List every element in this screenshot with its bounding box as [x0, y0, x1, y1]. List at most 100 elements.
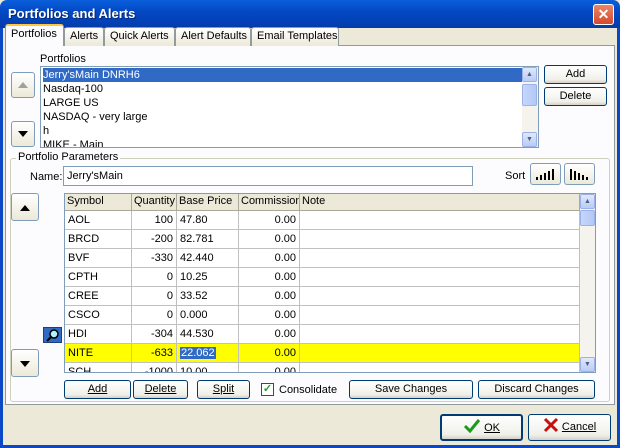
- table-row[interactable]: SCH -1000 10.00 0.00: [65, 363, 580, 372]
- table-cell[interactable]: SCH: [65, 363, 132, 372]
- name-field[interactable]: Jerry'sMain: [63, 166, 473, 186]
- table-cell[interactable]: -1000: [132, 363, 177, 372]
- table-cell[interactable]: [300, 211, 580, 230]
- positions-grid[interactable]: Symbol Quantity Base Price Commission No…: [64, 193, 596, 373]
- table-cell[interactable]: HDI: [65, 325, 132, 344]
- table-cell[interactable]: 0.00: [239, 287, 300, 306]
- table-cell[interactable]: BRCD: [65, 230, 132, 249]
- table-cell[interactable]: CREE: [65, 287, 132, 306]
- consolidate-checkbox[interactable]: ✓: [261, 383, 274, 396]
- portfolio-item[interactable]: Nasdaq-100: [43, 82, 103, 96]
- table-cell[interactable]: 0.00: [239, 249, 300, 268]
- tab-portfolios[interactable]: Portfolios: [5, 24, 64, 46]
- delete-portfolio-button[interactable]: Delete: [544, 87, 607, 106]
- table-cell[interactable]: 82.781: [177, 230, 239, 249]
- table-row[interactable]: AOL 100 47.80 0.00: [65, 211, 580, 230]
- table-cell[interactable]: [300, 325, 580, 344]
- row-down-button[interactable]: [11, 349, 39, 377]
- table-row[interactable]: CSCO 0 0.000 0.00: [65, 306, 580, 325]
- table-cell[interactable]: 42.440: [177, 249, 239, 268]
- portfolio-item[interactable]: h: [43, 124, 49, 138]
- table-cell[interactable]: 0.00: [239, 344, 300, 363]
- table-cell[interactable]: 33.52: [177, 287, 239, 306]
- portfolio-item[interactable]: LARGE US: [43, 96, 99, 110]
- table-cell[interactable]: -200: [132, 230, 177, 249]
- delete-row-button[interactable]: Delete: [133, 380, 188, 399]
- table-cell[interactable]: 0.000: [177, 306, 239, 325]
- move-down-button[interactable]: [11, 121, 35, 147]
- table-cell[interactable]: 0: [132, 287, 177, 306]
- table-cell[interactable]: 0.00: [239, 325, 300, 344]
- table-cell[interactable]: 10.00: [177, 363, 239, 372]
- row-up-button[interactable]: [11, 193, 39, 221]
- column-header-commission[interactable]: Commission: [239, 194, 300, 211]
- scroll-up-icon[interactable]: ▲: [522, 67, 537, 82]
- scroll-down-icon[interactable]: ▼: [580, 357, 595, 372]
- column-header-note[interactable]: Note: [300, 194, 580, 211]
- table-cell[interactable]: [300, 230, 580, 249]
- add-row-button[interactable]: Add: [64, 380, 131, 399]
- table-cell[interactable]: 0: [132, 306, 177, 325]
- add-portfolio-button[interactable]: Add: [544, 65, 607, 84]
- ok-button[interactable]: OK: [440, 414, 523, 441]
- table-row[interactable]: BRCD -200 82.781 0.00: [65, 230, 580, 249]
- tab-alert-defaults[interactable]: Alert Defaults: [175, 27, 251, 46]
- table-cell[interactable]: CPTH: [65, 268, 132, 287]
- grid-scrollbar[interactable]: ▲ ▼: [580, 194, 595, 372]
- table-cell[interactable]: 0.00: [239, 363, 300, 372]
- table-cell[interactable]: [300, 287, 580, 306]
- table-row[interactable]: NITE -633 22.062 0.00: [65, 344, 580, 363]
- table-cell[interactable]: -330: [132, 249, 177, 268]
- tab-alerts[interactable]: Alerts: [64, 27, 104, 46]
- table-cell[interactable]: 0.00: [239, 230, 300, 249]
- table-row[interactable]: BVF -330 42.440 0.00: [65, 249, 580, 268]
- table-row[interactable]: CREE 0 33.52 0.00: [65, 287, 580, 306]
- row-selector[interactable]: [43, 327, 62, 343]
- table-cell[interactable]: -304: [132, 325, 177, 344]
- table-cell[interactable]: 10.25: [177, 268, 239, 287]
- portfolio-item[interactable]: Jerry'sMain DNRH6: [43, 68, 522, 82]
- column-header-quantity[interactable]: Quantity: [132, 194, 177, 211]
- move-up-button[interactable]: [11, 72, 35, 98]
- table-cell[interactable]: 0: [132, 268, 177, 287]
- table-cell[interactable]: CSCO: [65, 306, 132, 325]
- split-button[interactable]: Split: [197, 380, 250, 399]
- close-button[interactable]: ✕: [593, 4, 614, 25]
- cancel-button[interactable]: Cancel: [528, 414, 611, 441]
- table-cell[interactable]: [300, 363, 580, 372]
- table-cell[interactable]: BVF: [65, 249, 132, 268]
- column-header-symbol[interactable]: Symbol: [65, 194, 132, 211]
- table-cell[interactable]: [300, 344, 580, 363]
- scroll-up-icon[interactable]: ▲: [580, 194, 595, 209]
- save-changes-button[interactable]: Save Changes: [349, 380, 473, 399]
- table-cell[interactable]: 0.00: [239, 268, 300, 287]
- table-cell[interactable]: 0.00: [239, 211, 300, 230]
- cell-editor[interactable]: 22.062: [180, 347, 216, 359]
- column-header-base-price[interactable]: Base Price: [177, 194, 239, 211]
- sort-ascending-button[interactable]: [530, 163, 561, 185]
- sort-descending-button[interactable]: [564, 163, 595, 185]
- table-cell[interactable]: 22.062: [177, 344, 239, 363]
- portfolio-item[interactable]: MIKE - Main: [43, 138, 104, 147]
- table-cell[interactable]: NITE: [65, 344, 132, 363]
- portfolio-list-scrollbar[interactable]: ▲ ▼: [522, 67, 538, 147]
- tab-email-templates[interactable]: Email Templates: [251, 27, 339, 46]
- portfolio-item[interactable]: NASDAQ - very large: [43, 110, 148, 124]
- table-cell[interactable]: 0.00: [239, 306, 300, 325]
- scroll-thumb[interactable]: [522, 84, 537, 106]
- table-cell[interactable]: [300, 306, 580, 325]
- table-cell[interactable]: 100: [132, 211, 177, 230]
- table-cell[interactable]: -633: [132, 344, 177, 363]
- scroll-down-icon[interactable]: ▼: [522, 132, 537, 147]
- table-row[interactable]: HDI -304 44.530 0.00: [65, 325, 580, 344]
- table-row[interactable]: CPTH 0 10.25 0.00: [65, 268, 580, 287]
- table-cell[interactable]: AOL: [65, 211, 132, 230]
- discard-changes-button[interactable]: Discard Changes: [478, 380, 595, 399]
- scroll-thumb[interactable]: [580, 210, 595, 226]
- table-cell[interactable]: 47.80: [177, 211, 239, 230]
- table-cell[interactable]: [300, 268, 580, 287]
- tab-quick-alerts[interactable]: Quick Alerts: [104, 27, 175, 46]
- table-cell[interactable]: 44.530: [177, 325, 239, 344]
- table-cell[interactable]: [300, 249, 580, 268]
- portfolio-list[interactable]: Jerry'sMain DNRH6 Nasdaq-100 LARGE US NA…: [40, 66, 539, 148]
